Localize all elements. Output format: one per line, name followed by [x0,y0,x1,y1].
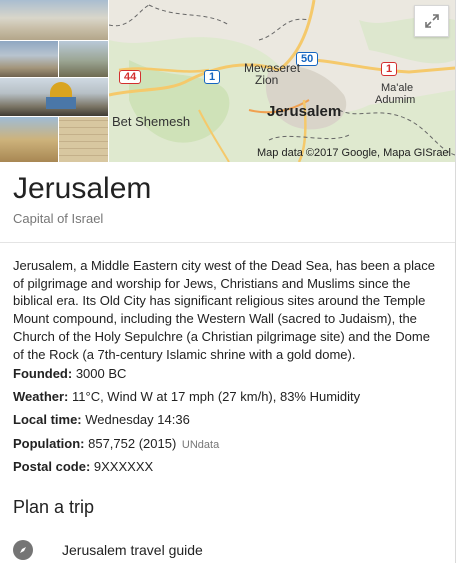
fact-value: Wednesday 14:36 [81,412,190,428]
fact-weather: Weather: 11°C, Wind W at 17 mph (27 km/h… [13,387,443,410]
compass-icon [13,540,33,560]
entity-description: Jerusalem, a Middle Eastern city west of… [13,258,436,362]
fact-value: 9XXXXXX [90,458,154,474]
entity-subtitle: Capital of Israel [13,211,104,226]
map-label-bet-shemesh: Bet Shemesh [112,114,191,129]
dome-of-the-rock-photo[interactable] [0,78,108,116]
fact-label[interactable]: Postal code: [13,459,90,474]
road-1-east-shield: 1 [381,62,398,76]
building-photo[interactable] [0,41,58,77]
plan-a-trip-heading: Plan a trip [13,497,95,517]
map-label-maale: Ma'ale [381,82,414,94]
road-1-shield: 1 [204,70,221,84]
map-label-adumim: Adumim [375,94,416,106]
fact-value: 3000 BC [72,366,127,381]
travel-guide-item[interactable]: Jerusalem travel guide [13,538,203,562]
fact-list: Founded: 3000 BC Weather: 11°C, Wind W a… [13,364,443,480]
fact-founded: Founded: 3000 BC [13,364,443,387]
fact-label[interactable]: Population: [13,436,85,451]
entity-header: Jerusalem Capital of Israel [0,162,455,243]
knowledge-panel: 44 1 50 1 Mevaseret Zion Jerusalem Bet S… [0,0,456,563]
western-wall-photo[interactable] [59,117,108,162]
travel-guide-link[interactable]: Jerusalem travel guide [62,542,203,558]
fact-local-time: Local time: Wednesday 14:36 [13,410,443,433]
map-canvas [109,0,455,162]
map-label-zion: Zion [255,73,279,87]
area-map[interactable]: 44 1 50 1 Mevaseret Zion Jerusalem Bet S… [109,0,455,162]
map-attribution: Map data ©2017 Google, Mapa GISrael [257,147,451,159]
map-label-jerusalem: Jerusalem [267,103,342,120]
fact-postal-code: Postal code: 9XXXXXX [13,457,443,480]
fact-label[interactable]: Local time: [13,412,82,427]
city-skyline-photo[interactable] [0,0,108,40]
entity-title: Jerusalem [13,172,152,205]
fact-label[interactable]: Founded: [13,366,72,381]
street-photo[interactable] [59,41,108,77]
fact-source-link[interactable]: UNdata [182,439,219,451]
fact-value: 11°C, Wind W at 17 mph (27 km/h), 83% Hu… [68,389,361,405]
fact-label[interactable]: Weather: [13,389,68,404]
fact-population: Population: 857,752 (2015) UNdata [13,434,443,457]
road-44-shield: 44 [119,70,142,84]
hero-media: 44 1 50 1 Mevaseret Zion Jerusalem Bet S… [0,0,455,162]
expand-icon [424,14,439,28]
fact-value: 857,752 (2015) [84,435,180,451]
photo-collage[interactable] [0,0,108,162]
expand-map-button[interactable] [414,5,449,37]
old-city-photo[interactable] [0,117,58,162]
